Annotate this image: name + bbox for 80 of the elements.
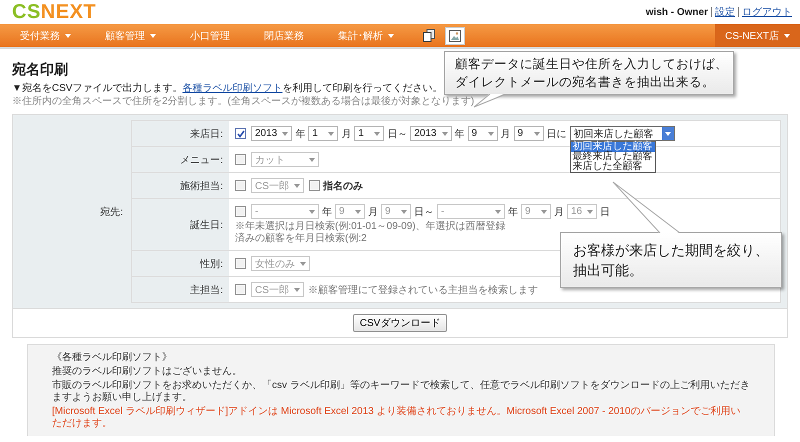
dropdown-option[interactable]: 最終来店した顧客 xyxy=(570,152,654,162)
field-label: メニュー: xyxy=(180,154,223,166)
checkbox[interactable] xyxy=(235,258,246,269)
caret-icon xyxy=(309,158,315,162)
caret-icon xyxy=(662,127,674,140)
info-text: 《各種ラベル印刷ソフト》 xyxy=(52,352,173,364)
info-text: 推奨のラベル印刷ソフトはございません。 xyxy=(52,366,243,378)
nav-item[interactable]: 集計･解析 xyxy=(326,24,406,47)
caret-icon xyxy=(495,210,501,214)
group-label: 宛先: xyxy=(100,206,123,218)
callout-text: 抽出可能。 xyxy=(573,261,644,280)
select-field[interactable]: 1 xyxy=(354,126,384,141)
field-label: 誕生日: xyxy=(190,218,223,232)
unit-label: 月 xyxy=(368,206,378,218)
intro-text: ▼宛名をCSVファイルで出力します。各種ラベル印刷ソフト を利用して印刷を行ってください。 xyxy=(12,82,442,95)
unit-label: 年 xyxy=(295,128,306,140)
checkbox[interactable] xyxy=(308,180,320,191)
nav-item[interactable]: 顧客管理 xyxy=(93,24,168,47)
select-field[interactable]: 1 xyxy=(308,126,338,141)
dropdown-option[interactable]: 初回来店した顧客 xyxy=(570,142,654,152)
caret-icon xyxy=(534,132,540,136)
caret-icon xyxy=(442,132,448,136)
warning-text: [Microsoft Excel ラベル印刷ウィザード]アドインは Microsoft Excel 2013 より装備されておりません。Microsoft Excel 2007 - 2010のバージョンでご利用いただけます。 xyxy=(52,406,742,430)
unit-label: 年 xyxy=(322,206,332,218)
caret-icon xyxy=(294,184,300,188)
caret-icon xyxy=(374,132,380,136)
caret-icon xyxy=(401,210,407,214)
software-link[interactable]: 各種ラベル印刷ソフト xyxy=(182,83,282,94)
header-link[interactable]: 設定 xyxy=(715,5,735,19)
field-label: 来店日: xyxy=(190,128,223,140)
page-title: 宛名印刷 xyxy=(12,61,68,79)
caret-icon xyxy=(309,210,315,214)
caret-icon xyxy=(587,210,594,214)
unit-label: 月 xyxy=(500,128,510,140)
checkbox[interactable] xyxy=(235,206,246,217)
logo: CSNEXT xyxy=(12,0,96,24)
select-field[interactable]: 2013 xyxy=(251,126,292,141)
user-name: wish - Owner xyxy=(646,6,708,18)
unit-label: 月 xyxy=(554,206,564,218)
dropdown-option[interactable]: 来店した全顧客 xyxy=(570,162,654,172)
caret-icon xyxy=(282,132,288,136)
field-label: 性別: xyxy=(200,258,223,270)
nav-item[interactable]: 閉店業務 xyxy=(252,24,316,47)
callout-text: 顧客データに誕生日や住所を入力しておけば、 xyxy=(455,56,723,73)
checkbox[interactable] xyxy=(235,180,246,191)
callout-text: ダイレクトメールの宛名書きを抽出出来る。 xyxy=(455,74,716,91)
store-menu[interactable]: CS-NEXT店 xyxy=(715,24,800,47)
select-field[interactable]: 9 xyxy=(468,126,498,141)
field-label: 主担当: xyxy=(190,284,223,296)
unit-label: 日～ xyxy=(414,206,434,218)
checkbox[interactable] xyxy=(235,128,246,139)
select-field[interactable]: 2013 xyxy=(410,126,452,141)
unit-label: 年 xyxy=(454,128,464,140)
header-link[interactable]: ログアウト xyxy=(742,5,792,19)
caret-icon xyxy=(294,288,300,292)
nav-item[interactable]: 受付業務 xyxy=(8,24,83,47)
caret-icon xyxy=(355,210,361,214)
caret-icon xyxy=(328,132,334,136)
caret-icon xyxy=(300,262,306,266)
select-field[interactable]: 初回来店した顧客 xyxy=(570,126,674,141)
field-label: 施術担当: xyxy=(180,180,223,192)
unit-label: 日に xyxy=(546,128,566,140)
nav-item[interactable]: 小口管理 xyxy=(178,24,242,47)
checkbox[interactable] xyxy=(235,154,246,165)
caret-icon xyxy=(541,210,547,214)
unit-label: 日～ xyxy=(387,128,408,140)
csv-download-button[interactable]: CSVダウンロード xyxy=(352,314,448,332)
note-text: ※住所内の全角スペースで住所を2分割します。(全角スペースが複数ある場合は最後が対象となります) xyxy=(12,95,474,108)
hint-text: ※年未選択は月日検索(例:01-01～09-09)、年選択は西暦登録済みの顧客を年月日検索(例:2 xyxy=(235,221,507,245)
unit-label: 月 xyxy=(341,128,352,140)
callout-text: お客様が来店した期間を絞り、 xyxy=(573,241,769,260)
checkbox-label: 指名のみ xyxy=(322,180,363,192)
checkbox[interactable] xyxy=(235,284,246,295)
unit-label: 年 xyxy=(508,206,518,218)
info-text: 市販のラベル印刷ソフトをお求めいただくか、「csv ラベル印刷」等のキーワードで検索して、任意でラベル印刷ソフトをダウンロードの上ご利用いただきますようお願い申し上げます。 xyxy=(52,380,750,404)
caret-icon xyxy=(488,132,494,136)
select-field[interactable]: 9 xyxy=(514,126,544,141)
hint-text: ※顧客管理にて登録されている主担当を検索します xyxy=(308,284,538,296)
picture-icon[interactable] xyxy=(445,26,465,44)
unit-label: 日 xyxy=(600,206,610,218)
